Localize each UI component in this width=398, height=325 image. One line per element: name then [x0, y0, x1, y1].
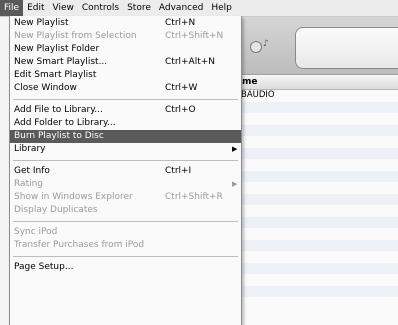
- menu-item-edit-smart-playlist[interactable]: Edit Smart Playlist: [10, 69, 241, 82]
- menu-separator: [13, 99, 238, 100]
- track-row[interactable]: [238, 159, 398, 171]
- track-list: BAUDIO: [238, 90, 398, 309]
- menu-bar: File Edit View Controls Store Advanced H…: [0, 0, 398, 17]
- speaker-icon: ♪: [263, 39, 269, 49]
- menu-edit[interactable]: Edit: [23, 0, 48, 16]
- menu-file[interactable]: File: [0, 0, 24, 16]
- menu-item-show-in-windows-explorer: Show in Windows Explorer Ctrl+Shift+R: [14, 192, 223, 202]
- track-row[interactable]: [238, 239, 398, 251]
- menu-separator: [13, 160, 238, 161]
- status-display: [295, 27, 398, 69]
- track-row[interactable]: [238, 182, 398, 194]
- menu-item-new-playlist[interactable]: New Playlist Ctrl+N: [10, 17, 241, 30]
- volume-slider-knob[interactable]: [250, 41, 262, 53]
- track-row[interactable]: [238, 101, 398, 113]
- menu-advanced[interactable]: Advanced: [155, 0, 207, 16]
- track-row[interactable]: [238, 274, 398, 286]
- track-row[interactable]: [238, 113, 398, 125]
- menu-item-new-smart-playlist[interactable]: New Smart Playlist... Ctrl+Alt+N: [10, 56, 241, 69]
- submenu-arrow-icon: ▶: [232, 145, 238, 153]
- menu-item-rating: Rating ▶: [14, 179, 238, 189]
- menu-item-page-setup[interactable]: Page Setup...: [10, 261, 241, 274]
- menu-help[interactable]: Help: [207, 0, 236, 16]
- track-row[interactable]: [238, 170, 398, 182]
- menu-controls[interactable]: Controls: [78, 0, 123, 16]
- track-row[interactable]: [238, 193, 398, 205]
- file-menu-dropdown: New Playlist Ctrl+N New Playlist from Sel…: [9, 16, 242, 325]
- track-row[interactable]: [238, 136, 398, 148]
- track-row[interactable]: [238, 285, 398, 297]
- track-row[interactable]: BAUDIO: [238, 90, 398, 102]
- menu-item-burn-playlist-to-disc[interactable]: Burn Playlist to Disc: [10, 130, 241, 143]
- track-row[interactable]: [238, 251, 398, 263]
- menu-item-add-file-to-library[interactable]: Add File to Library... Ctrl+O: [10, 104, 241, 117]
- app-window-background: ♪ me BAUDIO: [238, 17, 398, 325]
- menu-separator: [13, 221, 238, 222]
- track-row[interactable]: [238, 228, 398, 240]
- menu-item-close-window[interactable]: Close Window Ctrl+W: [10, 82, 241, 95]
- menu-item-library[interactable]: Library ▶: [10, 143, 241, 156]
- menu-item-new-playlist-folder[interactable]: New Playlist Folder: [10, 43, 241, 56]
- menu-item-new-playlist-from-selection: New Playlist from Selection Ctrl+Shift+N: [14, 31, 224, 41]
- menu-view[interactable]: View: [49, 0, 78, 16]
- submenu-arrow-icon: ▶: [232, 180, 238, 188]
- player-toolbar: ♪: [238, 17, 398, 75]
- menu-store[interactable]: Store: [123, 0, 155, 16]
- menu-separator: [13, 256, 238, 257]
- menu-item-sync-ipod: Sync iPod: [14, 227, 58, 237]
- track-row[interactable]: [238, 216, 398, 228]
- column-header-name[interactable]: me: [238, 75, 398, 90]
- track-row[interactable]: [238, 124, 398, 136]
- menu-item-display-duplicates: Display Duplicates: [14, 205, 98, 215]
- track-row[interactable]: [238, 205, 398, 217]
- track-row[interactable]: [238, 147, 398, 159]
- menu-item-get-info[interactable]: Get Info Ctrl+I: [10, 165, 241, 178]
- menu-item-transfer-purchases: Transfer Purchases from iPod: [14, 240, 145, 250]
- menu-item-add-folder-to-library[interactable]: Add Folder to Library...: [10, 117, 241, 130]
- track-row[interactable]: [238, 262, 398, 274]
- track-row[interactable]: [238, 297, 398, 309]
